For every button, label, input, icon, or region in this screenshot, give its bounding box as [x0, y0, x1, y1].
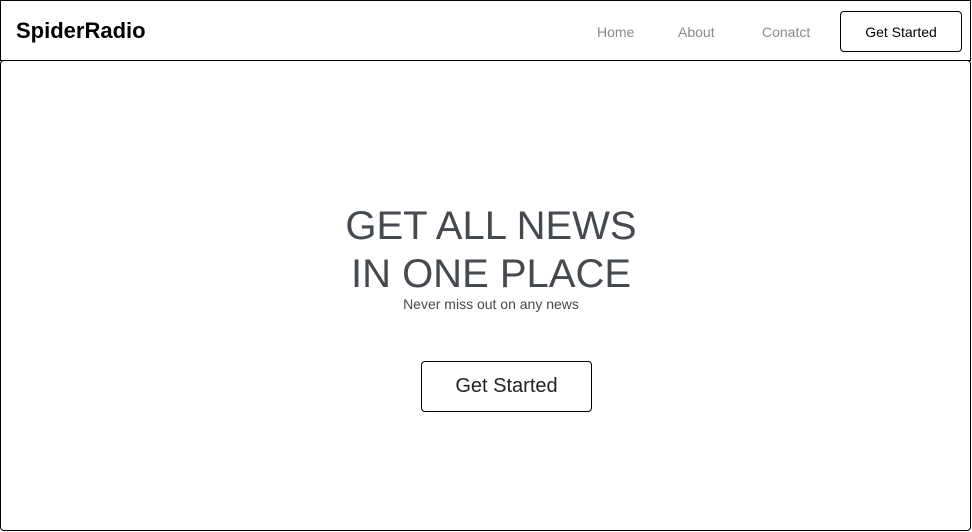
nav-get-started-button[interactable]: Get Started	[840, 11, 962, 52]
hero-subtitle: Never miss out on any news	[403, 296, 579, 312]
nav-link-about[interactable]: About	[678, 23, 715, 41]
nav-link-contact[interactable]: Conatct	[762, 23, 810, 41]
hero-title: GET ALL NEWS IN ONE PLACE	[1, 202, 972, 298]
navbar: SpiderRadio Home About Conatct Get Start…	[0, 0, 971, 61]
brand-logo[interactable]: SpiderRadio	[16, 18, 146, 44]
hero-get-started-button[interactable]: Get Started	[421, 361, 592, 412]
hero-title-line-1: GET ALL NEWS	[345, 204, 637, 248]
hero-section: GET ALL NEWS IN ONE PLACE Never miss out…	[0, 60, 971, 531]
hero-title-line-2: IN ONE PLACE	[350, 252, 632, 296]
nav-link-home[interactable]: Home	[597, 23, 634, 41]
